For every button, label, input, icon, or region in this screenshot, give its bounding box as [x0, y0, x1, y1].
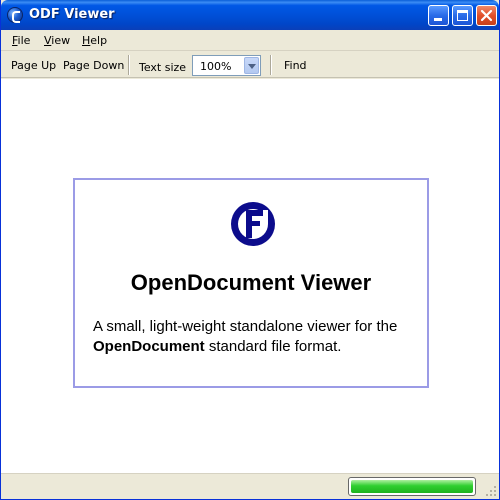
- description: A small, light-weight standalone viewer …: [93, 317, 423, 357]
- menu-bar: File View Help: [1, 30, 499, 51]
- maximize-icon: [457, 10, 468, 21]
- description-text-end: standard file format.: [204, 338, 342, 355]
- app-window: ODF Viewer File View Help Page Up Page D…: [0, 0, 500, 500]
- menu-file-label: ile: [17, 34, 31, 47]
- toolbar-separator: [270, 55, 272, 75]
- description-text: A small, light-weight standalone viewer …: [93, 318, 398, 335]
- toolbar-separator: [128, 55, 130, 75]
- description-bold: OpenDocument: [93, 338, 205, 355]
- window-title: ODF Viewer: [29, 7, 115, 22]
- menu-help-label: elp: [90, 34, 108, 47]
- text-size-select[interactable]: 100%: [192, 55, 261, 76]
- menu-view-label: iew: [51, 34, 71, 47]
- page-title: OpenDocument Viewer: [130, 270, 372, 295]
- menu-view[interactable]: View: [44, 34, 70, 47]
- text-size-value: 100%: [200, 60, 232, 73]
- document-area[interactable]: OpenDocument Viewer A small, light-weigh…: [1, 79, 499, 473]
- menu-help[interactable]: Help: [82, 34, 107, 47]
- page-up-button[interactable]: Page Up: [11, 59, 56, 72]
- progress-bar: [348, 477, 476, 496]
- maximize-button[interactable]: [452, 5, 473, 26]
- find-button[interactable]: Find: [284, 59, 307, 72]
- menu-file[interactable]: File: [12, 34, 30, 47]
- chevron-down-icon[interactable]: [244, 57, 259, 74]
- progress-fill: [351, 480, 473, 493]
- welcome-card: OpenDocument Viewer A small, light-weigh…: [73, 178, 429, 388]
- status-bar: [1, 473, 499, 499]
- toolbar: Page Up Page Down Text size 100% Find: [1, 52, 499, 78]
- text-size-label: Text size: [139, 61, 187, 74]
- minimize-icon: [434, 18, 442, 21]
- title-bar[interactable]: ODF Viewer: [1, 0, 499, 30]
- close-button[interactable]: [476, 5, 497, 26]
- minimize-button[interactable]: [428, 5, 449, 26]
- page-down-button[interactable]: Page Down: [63, 59, 124, 72]
- app-icon[interactable]: [7, 7, 23, 23]
- odf-logo-icon: [231, 202, 275, 246]
- resize-grip-icon[interactable]: [485, 485, 497, 497]
- close-icon: [480, 9, 493, 22]
